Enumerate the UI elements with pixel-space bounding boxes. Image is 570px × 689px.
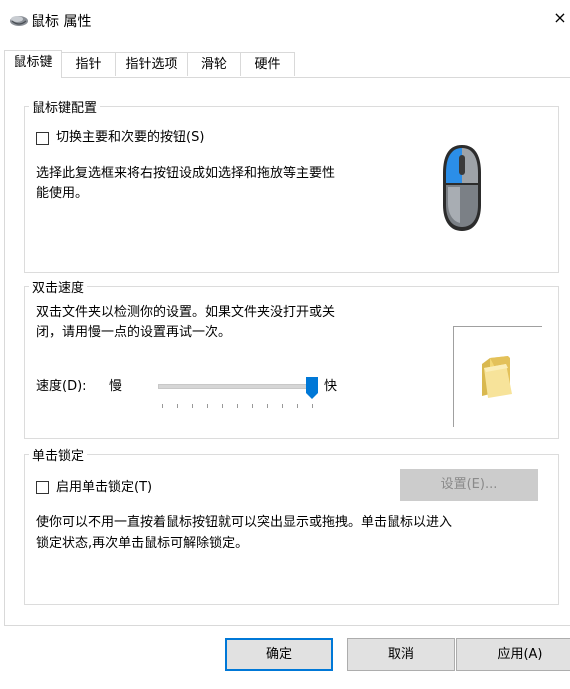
mouse-app-icon: [10, 16, 28, 26]
switch-buttons-checkbox[interactable]: [36, 132, 49, 145]
slider-tick: [207, 404, 208, 408]
tab-buttons[interactable]: 鼠标键: [4, 50, 62, 78]
tab-pointers[interactable]: 指针: [61, 52, 116, 76]
slider-tick: [237, 404, 238, 408]
test-folder-area[interactable]: [453, 326, 542, 427]
ok-button[interactable]: 确定: [225, 638, 333, 671]
slider-tick: [252, 404, 253, 408]
folder-icon[interactable]: [478, 354, 514, 398]
click-lock-desc-2: 锁定状态,再次单击鼠标可解除锁定。: [36, 536, 249, 551]
click-lock-title: 单击锁定: [29, 445, 88, 464]
apply-button[interactable]: 应用(A): [456, 638, 570, 671]
slider-tick: [162, 404, 163, 408]
double-click-speed-slider[interactable]: [158, 376, 318, 408]
slow-label: 慢: [109, 379, 123, 394]
tab-hardware[interactable]: 硬件: [240, 52, 295, 76]
speed-label: 速度(D):: [36, 379, 87, 394]
click-lock-checkbox[interactable]: [36, 481, 49, 494]
window-title: 鼠标 属性: [31, 14, 92, 30]
slider-tick: [312, 404, 313, 408]
button-config-desc-2: 能使用。: [36, 186, 89, 201]
slider-tick: [222, 404, 223, 408]
title-bar: 鼠标 属性 ×: [0, 0, 570, 40]
tab-wheel[interactable]: 滑轮: [187, 52, 241, 76]
slider-track: [158, 384, 318, 389]
button-config-desc-1: 选择此复选框来将右按钮设成如选择和拖放等主要性: [36, 166, 336, 181]
fast-label: 快: [324, 379, 338, 394]
double-click-desc-1: 双击文件夹以检测你的设置。如果文件夹没打开或关: [36, 305, 336, 320]
click-lock-settings-button[interactable]: 设置(E)...: [400, 469, 538, 501]
click-lock-label[interactable]: 启用单击锁定(T): [56, 477, 152, 498]
slider-tick: [177, 404, 178, 408]
close-button[interactable]: ×: [550, 4, 570, 32]
click-lock-desc-1: 使你可以不用一直按着鼠标按钮就可以突出显示或拖拽。单击鼠标以进入: [36, 515, 453, 530]
slider-tick: [282, 404, 283, 408]
slider-tick: [192, 404, 193, 408]
button-config-title: 鼠标键配置: [29, 97, 101, 116]
double-click-desc-2: 闭，请用慢一点的设置再试一次。: [36, 325, 232, 340]
cancel-button[interactable]: 取消: [347, 638, 455, 671]
slider-thumb[interactable]: [306, 377, 318, 399]
tab-pointer-options[interactable]: 指针选项: [115, 52, 188, 76]
double-click-title: 双击速度: [29, 277, 88, 296]
slider-tick: [297, 404, 298, 408]
mouse-icon: [443, 145, 481, 231]
switch-buttons-label[interactable]: 切换主要和次要的按钮(S): [56, 127, 204, 148]
slider-tick: [267, 404, 268, 408]
